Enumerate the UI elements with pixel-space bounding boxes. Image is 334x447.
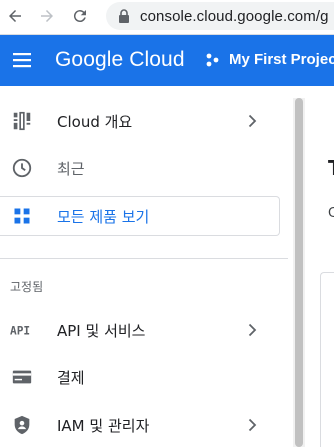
nav-item-cloud-overview[interactable]: Cloud 개요: [0, 101, 290, 141]
arrow-left-icon: [9, 10, 21, 22]
reload-button[interactable]: [68, 4, 92, 28]
back-button[interactable]: [3, 4, 27, 28]
project-dots-icon: [206, 53, 219, 66]
chevron-right-icon: [248, 114, 257, 128]
content-title-fragment: T: [328, 156, 334, 180]
reload-icon: [73, 10, 86, 23]
pinned-section-label: 고정됨: [10, 280, 44, 294]
shield-icon: [10, 413, 34, 437]
main-content: T C: [306, 86, 334, 447]
arrow-right-icon: [41, 10, 53, 22]
address-bar[interactable]: console.cloud.google.com/g: [106, 2, 334, 30]
chevron-right-icon: [248, 323, 257, 337]
dashboard-icon: [10, 109, 34, 133]
grid-icon: [10, 204, 34, 228]
nav-item-label: IAM 및 관리자: [57, 416, 150, 435]
chevron-right-icon: [248, 418, 257, 432]
nav-item-label: 모든 제품 보기: [57, 207, 150, 226]
url-text: console.cloud.google.com/g: [140, 7, 329, 25]
api-icon: API: [10, 318, 34, 342]
side-navigation: Cloud 개요 최근 모든 제품 보기 고정됨 API API 및 서비스 결…: [0, 86, 295, 447]
nav-item-view-all-products[interactable]: 모든 제품 보기: [0, 196, 280, 236]
project-selector[interactable]: My First Project: [205, 51, 334, 68]
google-cloud-logo[interactable]: Google Cloud: [55, 48, 185, 72]
billing-icon: [10, 365, 34, 389]
project-name: My First Project: [229, 51, 334, 68]
nav-item-iam-admin[interactable]: IAM 및 관리자: [0, 405, 290, 445]
clock-icon: [10, 156, 34, 180]
nav-item-api-services[interactable]: API API 및 서비스: [0, 310, 290, 350]
nav-item-label: 결제: [57, 368, 85, 387]
console-header: Google Cloud My First Project: [0, 35, 334, 86]
nav-item-billing[interactable]: 결제: [0, 357, 290, 397]
forward-button[interactable]: [35, 4, 59, 28]
sidenav-scrollbar[interactable]: [293, 98, 305, 447]
hamburger-menu-icon: [13, 53, 31, 68]
main-menu-button[interactable]: [9, 47, 35, 73]
nav-item-label: API 및 서비스: [57, 321, 146, 340]
nav-divider: [0, 258, 288, 259]
svg-text:API: API: [10, 324, 30, 337]
nav-item-recent[interactable]: 최근: [0, 148, 290, 188]
lock-icon: [119, 9, 129, 23]
nav-item-label: Cloud 개요: [57, 112, 133, 131]
browser-toolbar: console.cloud.google.com/g: [0, 0, 334, 35]
content-subtitle-fragment: C: [328, 206, 334, 221]
content-card: [320, 272, 334, 447]
scrollbar-thumb[interactable]: [295, 98, 303, 447]
nav-item-label: 최근: [57, 159, 85, 178]
